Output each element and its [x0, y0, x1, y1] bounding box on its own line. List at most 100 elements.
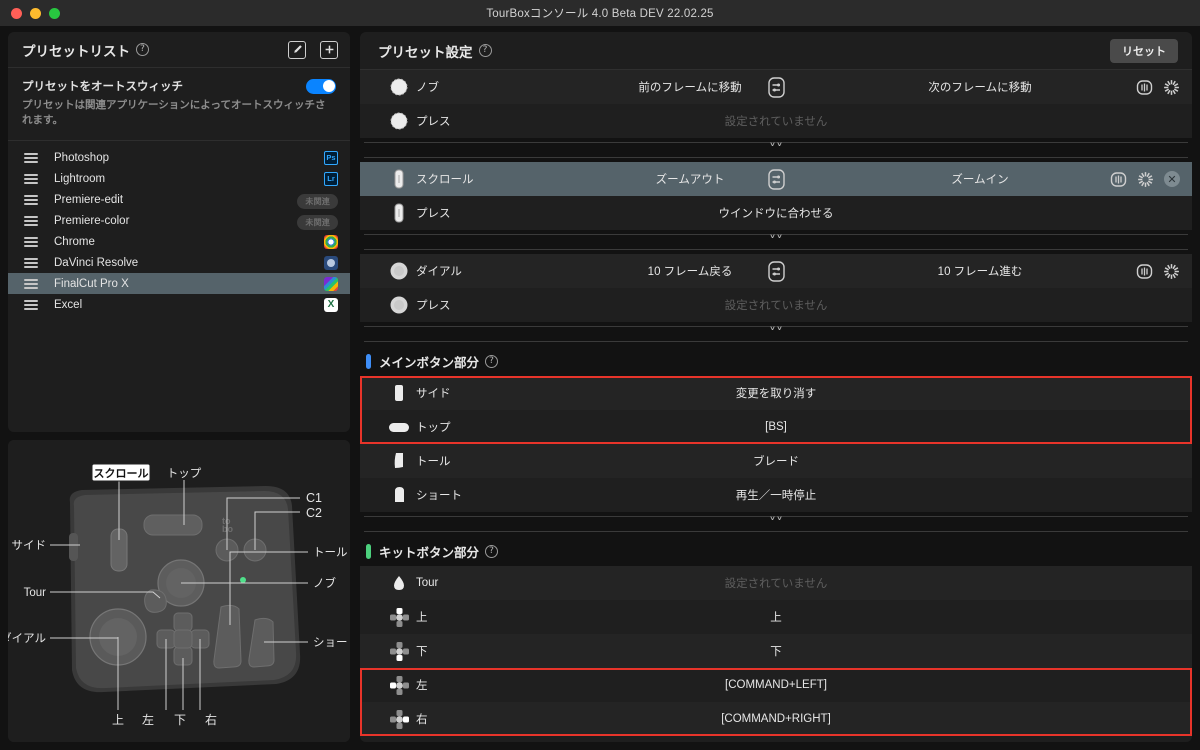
app-window: TourBoxコンソール 4.0 Beta DEV 22.02.25 プリセット…: [0, 0, 1200, 750]
action-value[interactable]: 変更を取り消す: [360, 385, 1192, 401]
preset-item-chrome[interactable]: Chrome: [8, 231, 350, 252]
preset-item-lightroom[interactable]: Lightroom Lr: [8, 168, 350, 189]
settings-scroll-area[interactable]: ノブ 前のフレームに移動 次のフレームに移動 プレス 設定されていません ˅˅ スクロールズ…: [360, 70, 1192, 742]
haptic-icon[interactable]: [1136, 263, 1153, 280]
callout-c2: C2: [306, 506, 322, 520]
action-value[interactable]: ウインドウに合わせる: [360, 205, 1192, 221]
chevron-down-icon[interactable]: ˅˅: [763, 327, 789, 341]
action-value[interactable]: [COMMAND+LEFT]: [360, 679, 1192, 691]
speed-icon[interactable]: [1137, 171, 1154, 188]
settings-header: プリセット設定 ? リセット: [360, 32, 1192, 70]
action-value[interactable]: 設定されていません: [360, 297, 1192, 313]
svg-text:bo: bo: [222, 524, 233, 534]
edit-icon[interactable]: [288, 40, 306, 59]
callout-tall: トール: [313, 547, 348, 559]
drag-handle-icon[interactable]: [24, 216, 38, 226]
drag-handle-icon[interactable]: [24, 237, 38, 247]
action-value[interactable]: [BS]: [360, 421, 1192, 433]
section-title: キットボタン部分: [379, 545, 480, 560]
preset-list-header: プリセットリスト ?: [8, 32, 350, 68]
config-row[interactable]: トップ [BS]: [360, 410, 1192, 444]
chevron-down-icon[interactable]: ˅˅: [763, 235, 789, 249]
preset-item-excel[interactable]: Excel X: [8, 294, 350, 315]
action-value[interactable]: ブレード: [360, 453, 1192, 469]
action-right[interactable]: 次のフレームに移動: [860, 79, 1100, 95]
preset-item-label: Excel: [54, 298, 83, 311]
reset-button[interactable]: リセット: [1110, 38, 1178, 63]
callout-tour: Tour: [24, 587, 47, 599]
preset-app-icon: [324, 234, 338, 249]
drag-handle-icon[interactable]: [24, 258, 38, 268]
action-value[interactable]: 設定されていません: [360, 575, 1192, 591]
preset-app-icon: X: [324, 297, 338, 312]
config-row[interactable]: 左 [COMMAND+LEFT]: [360, 668, 1192, 702]
config-row[interactable]: スクロール ズームアウト ズームイン ✕: [360, 162, 1192, 196]
preset-item-label: Lightroom: [54, 172, 106, 185]
config-row[interactable]: ダイアル 10 フレーム戻る 10 フレーム進む: [360, 254, 1192, 288]
preset-item-premiere-color[interactable]: Premiere-color 未関連: [8, 210, 350, 231]
haptic-icon[interactable]: [1110, 171, 1127, 188]
autoswitch-toggle[interactable]: [306, 78, 336, 94]
config-row[interactable]: 上上: [360, 600, 1192, 634]
callout-knob: ノブ: [313, 576, 336, 590]
config-row[interactable]: 右 [COMMAND+RIGHT]: [360, 702, 1192, 736]
clear-icon[interactable]: ✕: [1164, 171, 1180, 187]
autoswitch-label: プリセットをオートスウィッチ: [22, 81, 183, 93]
callout-dial: ダイアル: [8, 631, 46, 645]
close-window-button[interactable]: [11, 7, 22, 19]
speed-icon[interactable]: [1163, 79, 1180, 96]
help-icon[interactable]: ?: [136, 43, 149, 56]
maximize-window-button[interactable]: [49, 7, 60, 19]
config-row[interactable]: ノブ 前のフレームに移動 次のフレームに移動: [360, 70, 1192, 104]
speed-icon[interactable]: [1163, 263, 1180, 280]
preset-list-panel: プリセットリスト ? プリセットをオートスウィッチ プリセットは関連アプリケーシ…: [8, 32, 350, 432]
config-row[interactable]: プレス 設定されていません: [360, 288, 1192, 322]
config-row[interactable]: 下下: [360, 634, 1192, 668]
device-diagram: to bo スクロール トップ C1 C2 サイド ノブ Tour トール イア…: [8, 440, 350, 742]
config-row[interactable]: トール ブレード: [360, 444, 1192, 478]
help-icon[interactable]: ?: [485, 354, 499, 368]
minimize-window-button[interactable]: [30, 7, 41, 19]
group-kit-buttons: Tour 設定されていません上上下下左 [COMMAND+LEFT] 右 [COMMAN…: [360, 566, 1192, 736]
preset-item-premiere-edit[interactable]: Premiere-edit 未関連: [8, 189, 350, 210]
action-value[interactable]: 下: [360, 643, 1192, 659]
action-value[interactable]: 上: [360, 609, 1192, 625]
autoswitch-description: プリセットは関連アプリケーションによってオートスウィッチされます。: [22, 99, 326, 127]
group-dial: ダイアル 10 フレーム戻る 10 フレーム進む プレス 設定されていません: [360, 254, 1192, 322]
config-row[interactable]: ショート 再生／一時停止: [360, 478, 1192, 512]
preset-list: Photoshop Ps Lightroom Lr Premiere-edit 未関連 Pr…: [8, 147, 350, 315]
config-row[interactable]: プレス 設定されていません: [360, 104, 1192, 138]
preset-item-label: DaVinci Resolve: [54, 256, 139, 269]
section-title: メインボタン部分: [379, 355, 480, 370]
action-value[interactable]: 設定されていません: [360, 113, 1192, 129]
drag-handle-icon[interactable]: [24, 300, 38, 310]
plus-icon[interactable]: [320, 40, 338, 59]
preset-item-label: FinalCut Pro X: [54, 277, 129, 290]
config-row[interactable]: Tour 設定されていません: [360, 566, 1192, 600]
help-icon[interactable]: ?: [485, 544, 499, 558]
group-separator: ˅˅: [360, 230, 1192, 254]
action-right[interactable]: ズームイン: [860, 171, 1100, 187]
preset-app-icon: 未関連: [297, 191, 338, 209]
group-separator: ˅˅: [360, 138, 1192, 162]
preset-item-finalcut-pro-x[interactable]: FinalCut Pro X: [8, 273, 350, 295]
haptic-icon[interactable]: [1136, 79, 1153, 96]
settings-title: プリセット設定: [378, 44, 473, 60]
chevron-down-icon[interactable]: ˅˅: [763, 517, 789, 531]
preset-item-davinci-resolve[interactable]: DaVinci Resolve: [8, 252, 350, 273]
drag-handle-icon[interactable]: [24, 153, 38, 163]
drag-handle-icon[interactable]: [24, 279, 38, 289]
preset-item-label: Photoshop: [54, 151, 109, 164]
action-value[interactable]: 再生／一時停止: [360, 487, 1192, 503]
help-icon[interactable]: ?: [478, 44, 492, 57]
config-row[interactable]: サイド 変更を取り消す: [360, 376, 1192, 410]
drag-handle-icon[interactable]: [24, 195, 38, 205]
section-color-bar: [366, 353, 371, 369]
preset-item-photoshop[interactable]: Photoshop Ps: [8, 147, 350, 168]
config-row[interactable]: プレス ウインドウに合わせる: [360, 196, 1192, 230]
action-right[interactable]: 10 フレーム進む: [860, 263, 1100, 279]
action-value[interactable]: [COMMAND+RIGHT]: [360, 713, 1192, 725]
drag-handle-icon[interactable]: [24, 174, 38, 184]
chevron-down-icon[interactable]: ˅˅: [763, 143, 789, 157]
callout-right: 右: [205, 712, 217, 727]
